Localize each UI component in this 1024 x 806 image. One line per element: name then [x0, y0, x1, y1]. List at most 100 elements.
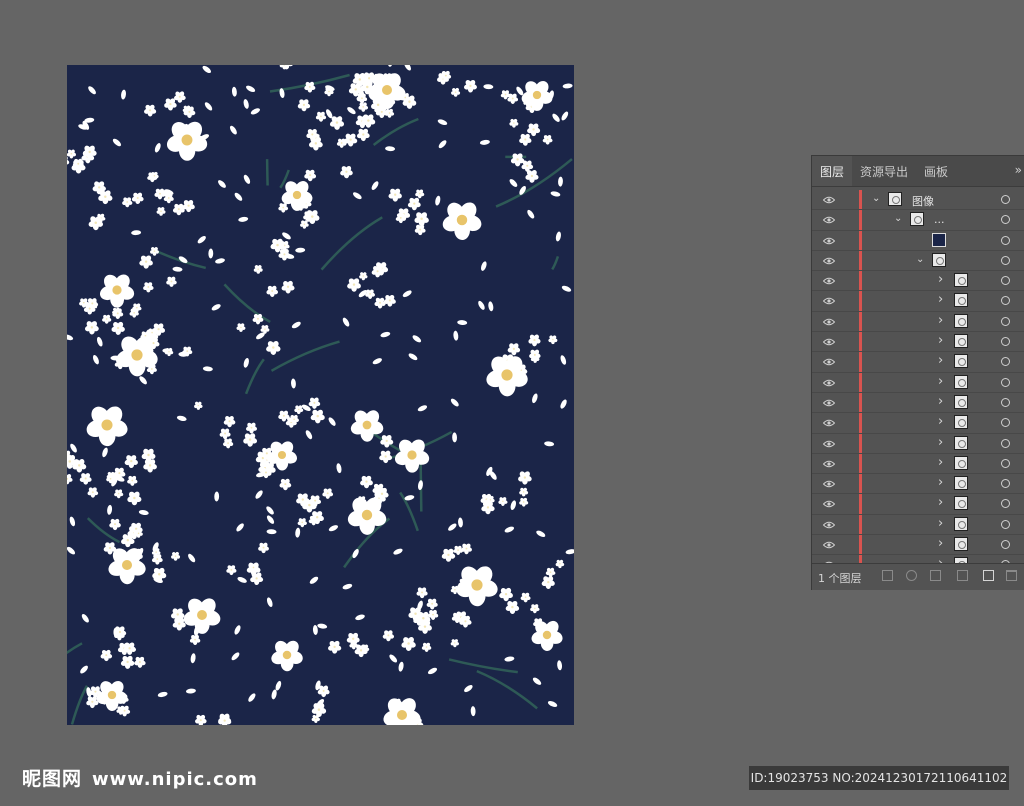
new-sublayer-icon[interactable]: [957, 570, 968, 581]
eye-icon[interactable]: [823, 318, 835, 326]
layer-row[interactable]: ›: [812, 453, 1024, 475]
layer-row[interactable]: ›: [812, 271, 1024, 292]
chevron-right-icon[interactable]: ›: [938, 516, 943, 531]
chevron-right-icon[interactable]: ›: [938, 292, 943, 307]
target-circle-icon[interactable]: [1001, 337, 1010, 347]
layer-thumbnail: [954, 455, 968, 470]
target-circle-icon[interactable]: [1001, 276, 1010, 286]
target-circle-icon[interactable]: [1001, 235, 1010, 245]
layer-color-bar: [859, 372, 862, 392]
new-layer-icon[interactable]: [983, 570, 994, 581]
chevron-right-icon[interactable]: ›: [938, 455, 943, 470]
layer-row[interactable]: ›: [812, 372, 1024, 393]
layer-color-bar: [859, 190, 862, 210]
double-chevron-right-icon[interactable]: »: [1015, 163, 1022, 177]
tab-asset-export[interactable]: 资源导出: [852, 156, 916, 186]
target-circle-icon[interactable]: [1001, 438, 1010, 448]
layer-thumbnail: [954, 496, 968, 511]
target-circle-icon[interactable]: [1001, 255, 1010, 265]
chevron-right-icon[interactable]: ›: [938, 536, 943, 551]
target-circle-icon[interactable]: [1001, 397, 1010, 407]
layer-thumbnail: [954, 374, 968, 389]
chevron-down-icon[interactable]: ⌄: [916, 254, 924, 265]
eye-icon[interactable]: [823, 257, 835, 265]
layer-color-bar: [859, 311, 862, 332]
eye-icon[interactable]: [823, 419, 835, 427]
layer-row[interactable]: ›: [812, 332, 1024, 353]
layer-row[interactable]: ›: [812, 311, 1024, 333]
layer-color-bar: [859, 474, 862, 494]
target-circle-icon[interactable]: [1001, 458, 1010, 468]
eye-icon[interactable]: [823, 338, 835, 346]
target-circle-icon[interactable]: [1001, 499, 1010, 509]
layer-name[interactable]: 图像: [912, 193, 934, 209]
target-circle-icon[interactable]: [1001, 519, 1010, 529]
layer-row[interactable]: ›: [812, 514, 1024, 536]
layer-row[interactable]: ⌄: [812, 250, 1024, 272]
layer-color-bar: [859, 210, 862, 230]
layer-row[interactable]: ⌄...: [812, 210, 1024, 231]
layer-thumbnail: [932, 252, 946, 267]
eye-icon[interactable]: [823, 440, 835, 448]
export-icon[interactable]: [882, 570, 893, 581]
eye-icon[interactable]: [823, 297, 835, 305]
chevron-right-icon[interactable]: ›: [938, 272, 943, 287]
layer-thumbnail: [954, 394, 968, 409]
target-circle-icon[interactable]: [1001, 195, 1010, 204]
layer-color-bar: [859, 291, 862, 311]
chevron-right-icon[interactable]: ›: [938, 495, 943, 510]
eye-icon[interactable]: [823, 196, 835, 204]
eye-icon[interactable]: [823, 521, 835, 529]
eye-icon[interactable]: [823, 541, 835, 549]
layer-color-bar: [859, 271, 862, 291]
target-circle-icon[interactable]: [1001, 316, 1010, 326]
target-circle-icon[interactable]: [1001, 357, 1010, 367]
layer-thumbnail: [954, 537, 968, 552]
chevron-right-icon[interactable]: ›: [938, 394, 943, 409]
leaves: [67, 65, 574, 717]
target-circle-icon[interactable]: [1001, 540, 1010, 550]
layer-row[interactable]: ›: [812, 474, 1024, 495]
chevron-down-icon[interactable]: ⌄: [872, 193, 880, 204]
eye-icon[interactable]: [823, 460, 835, 468]
layer-row[interactable]: ›: [812, 291, 1024, 312]
target-circle-icon[interactable]: [1001, 377, 1010, 387]
layer-row[interactable]: ›: [812, 494, 1024, 515]
chevron-right-icon[interactable]: ›: [938, 435, 943, 450]
artboard-canvas[interactable]: [67, 65, 574, 725]
delete-icon[interactable]: [1006, 570, 1017, 581]
chevron-down-icon[interactable]: ⌄: [894, 213, 902, 224]
layer-row[interactable]: ›: [812, 413, 1024, 434]
target-circle-icon[interactable]: [1001, 215, 1010, 225]
chevron-right-icon[interactable]: ›: [938, 313, 943, 328]
tab-artboards[interactable]: 画板: [916, 156, 956, 186]
layer-thumbnail: [954, 293, 968, 308]
layer-row[interactable]: ›: [812, 535, 1024, 556]
locate-icon[interactable]: [906, 570, 917, 581]
layer-row[interactable]: ›: [812, 433, 1024, 454]
tab-layers[interactable]: 图层: [812, 156, 853, 186]
layer-name[interactable]: ...: [934, 213, 945, 226]
eye-icon[interactable]: [823, 237, 835, 245]
chevron-right-icon[interactable]: ›: [938, 353, 943, 368]
chevron-right-icon[interactable]: ›: [938, 374, 943, 389]
layer-color-bar: [859, 230, 862, 250]
clipping-mask-icon[interactable]: [930, 570, 941, 581]
eye-icon[interactable]: [823, 399, 835, 407]
eye-icon[interactable]: [823, 480, 835, 488]
eye-icon[interactable]: [823, 358, 835, 366]
chevron-right-icon[interactable]: ›: [938, 475, 943, 490]
layer-row[interactable]: [812, 230, 1024, 251]
layer-row[interactable]: ›: [812, 352, 1024, 373]
target-circle-icon[interactable]: [1001, 418, 1010, 428]
target-circle-icon[interactable]: [1001, 479, 1010, 489]
eye-icon[interactable]: [823, 277, 835, 285]
layer-row[interactable]: ›: [812, 392, 1024, 414]
eye-icon[interactable]: [823, 216, 835, 224]
eye-icon[interactable]: [823, 379, 835, 387]
layer-row[interactable]: ⌄ 图像: [812, 190, 1024, 211]
chevron-right-icon[interactable]: ›: [938, 333, 943, 348]
chevron-right-icon[interactable]: ›: [938, 414, 943, 429]
eye-icon[interactable]: [823, 500, 835, 508]
target-circle-icon[interactable]: [1001, 296, 1010, 306]
